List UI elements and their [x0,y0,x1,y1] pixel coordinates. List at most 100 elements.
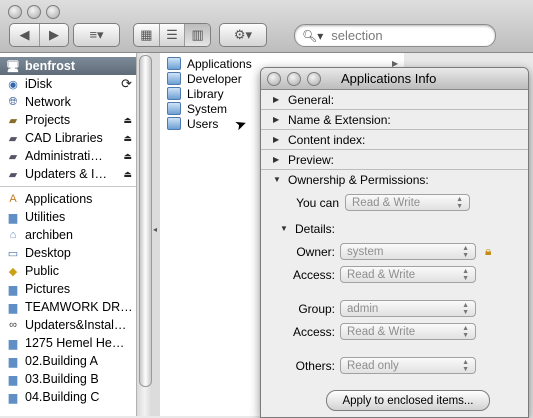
eject-icon[interactable]: ⏏ [123,169,132,180]
folder-icon: ▆ [8,211,18,224]
sidebar-item-desktop[interactable]: ▭ Desktop [0,244,152,262]
arrange-button[interactable]: ≡▾ [73,23,120,47]
icon-view-button[interactable]: ▦ [134,24,160,46]
sidebar-item-pictures[interactable]: ▆ Pictures [0,280,152,298]
computer-icon: 🖥 [6,60,20,73]
sidebar-scrollbar[interactable] [136,53,152,416]
details-label: Details: [295,222,336,236]
search-icon: 🔍︎▾ [302,28,324,43]
column-view-button[interactable]: ▥ [185,24,210,46]
disclosure-triangle-icon: ▶ [273,95,280,104]
public-icon: ◆ [8,265,18,278]
folder-icon: ▆ [8,391,18,404]
owner-popup[interactable]: system ▲ ▼ [340,243,476,260]
section-content-index[interactable]: ▶ Content index: [261,130,528,150]
sidebar-divider [0,186,152,187]
section-ownership[interactable]: ▼ Ownership & Permissions: [261,170,528,189]
zoom-window-button[interactable] [46,5,60,19]
owner-access-value: Read & Write [347,268,416,281]
eject-icon[interactable]: ⏏ [123,133,132,144]
column-view-icon: ▥ [191,27,204,42]
group-value: admin [347,302,379,315]
eject-icon[interactable]: ⏏ [123,151,132,162]
sidebar-item-benfrost[interactable]: 🖥 benfrost [0,57,152,75]
lock-icon[interactable]: 🔒︎ [485,244,491,259]
sidebar-item-label: Pictures [25,282,71,296]
popup-arrows-icon: ▲ ▼ [462,325,469,339]
action-button[interactable]: ⚙▾ [219,23,267,47]
column-item-label: System [187,101,228,116]
sidebar-item-label: Applications [25,192,93,206]
group-popup[interactable]: admin ▲ ▼ [340,300,476,317]
others-value: Read only [347,359,399,372]
sidebar-item-administration[interactable]: ▰ Administrati… ⏏ [0,147,152,165]
owner-access-label: Access: [292,268,335,282]
sidebar-item-1275-hemel[interactable]: ▆ 1275 Hemel He… [0,334,152,352]
section-general[interactable]: ▶ General: [261,90,528,110]
minimize-window-button[interactable] [287,72,301,86]
you-can-value: Read & Write [352,196,421,209]
sidebar-item-idisk[interactable]: ◉ iDisk ⟳ [0,75,152,93]
forward-arrow-icon: ▶ [49,27,59,42]
sidebar-item-cad-libraries[interactable]: ▰ CAD Libraries ⏏ [0,129,152,147]
sidebar-item-building-b[interactable]: ▆ 03.Building B [0,370,152,388]
sidebar-item-label: Administrati… [25,149,103,163]
sidebar-item-label: CAD Libraries [25,131,103,145]
minimize-window-button[interactable] [27,5,41,19]
binoculars-icon: ∞ [9,319,17,331]
folder-icon: ▆ [8,373,18,386]
you-can-label: You can [296,196,339,210]
apply-button-label: Apply to enclosed items... [342,394,474,407]
section-label: Name & Extension: [288,112,391,127]
folder-icon [167,102,181,115]
sidebar-item-label: Updaters&Instal… [25,318,127,332]
sidebar-item-building-c[interactable]: ▆ 04.Building C [0,388,152,406]
back-button[interactable]: ◀ [10,24,40,46]
home-icon: ⌂ [9,229,17,241]
you-can-popup[interactable]: Read & Write ▲ ▼ [345,194,470,211]
sidebar-item-label: TEAMWORK DR… [25,300,133,314]
sidebar-item-utilities[interactable]: ▆ Utilities [0,208,152,226]
zoom-window-button[interactable] [307,72,321,86]
sidebar-item-teamwork[interactable]: ▆ TEAMWORK DR… [0,298,152,316]
sidebar-item-applications[interactable]: A Applications [0,190,152,208]
sidebar-item-label: 1275 Hemel He… [25,336,125,350]
search-field[interactable]: 🔍︎▾ selection [294,24,496,47]
section-name-extension[interactable]: ▶ Name & Extension: [261,110,528,130]
sidebar-item-label: Public [25,264,60,278]
info-window-titlebar[interactable]: Applications Info [261,68,528,90]
apply-to-enclosed-button[interactable]: Apply to enclosed items... [326,390,490,411]
sidebar-item-public[interactable]: ◆ Public [0,262,152,280]
section-label: Content index: [288,132,366,147]
resize-grip-icon: ◂ [153,225,158,234]
owner-access-popup[interactable]: Read & Write ▲ ▼ [340,266,476,283]
sidebar-item-network[interactable]: 🌐︎ Network [0,93,152,111]
sidebar-item-updaters[interactable]: ▰ Updaters & I… ⏏ [0,165,152,183]
close-window-button[interactable] [267,72,281,86]
sidebar-item-building-a[interactable]: ▆ 02.Building A [0,352,152,370]
sidebar-item-archiben[interactable]: ⌂ archiben [0,226,152,244]
sidebar-item-label: Utilities [25,210,66,224]
sidebar-item-label: Network [25,95,71,109]
list-view-button[interactable]: ☰ [160,24,186,46]
eject-icon[interactable]: ⏏ [123,115,132,126]
sidebar-item-updaters-installers[interactable]: ∞ Updaters&Instal… [0,316,152,334]
folder-icon [167,117,181,130]
section-preview[interactable]: ▶ Preview: [261,150,528,170]
sync-icon[interactable]: ⟳ [121,76,132,92]
others-popup[interactable]: Read only ▲ ▼ [340,357,476,374]
group-access-popup[interactable]: Read & Write ▲ ▼ [340,323,476,340]
scrollbar-thumb[interactable] [139,55,152,387]
close-window-button[interactable] [8,5,22,19]
applications-icon: A [9,193,17,205]
folder-icon: ▆ [8,355,18,368]
group-label: Group: [298,302,335,316]
owner-label: Owner: [296,245,335,259]
icon-view-icon: ▦ [140,27,153,42]
details-triangle-icon[interactable]: ▼ [280,224,288,233]
sidebar-item-projects[interactable]: ▰ Projects ⏏ [0,111,152,129]
gear-icon: ⚙▾ [233,27,253,42]
forward-button[interactable]: ▶ [40,24,68,46]
column-item-label: Applications [187,56,252,71]
sidebar-item-label: Updaters & I… [25,167,107,181]
